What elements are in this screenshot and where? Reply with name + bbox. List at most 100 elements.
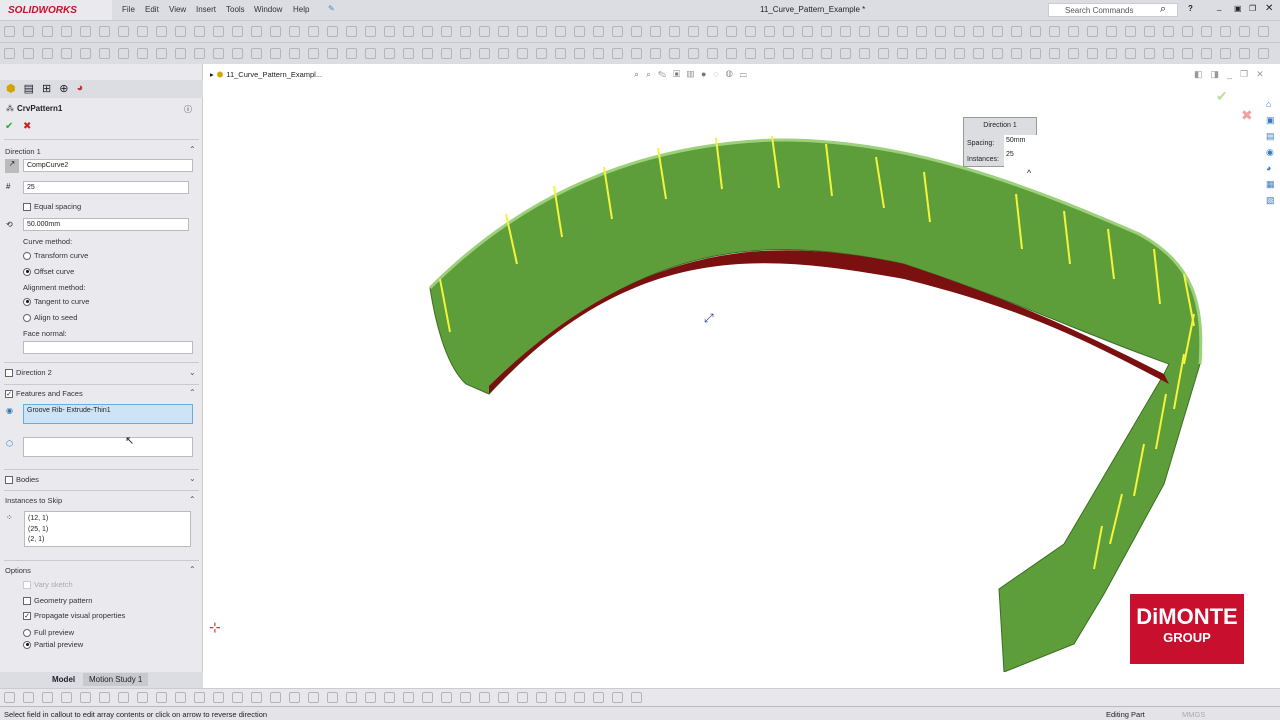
skip-item[interactable]: (12, 1): [28, 514, 187, 525]
direction1-callout[interactable]: Direction 1 Spacing: Instances: 50mm 25: [963, 117, 1037, 167]
cancel-button[interactable]: ✖: [23, 121, 31, 132]
reverse-direction-arrow[interactable]: ^: [1027, 168, 1031, 178]
toolbar-icon[interactable]: [270, 26, 281, 37]
options-header[interactable]: Options: [5, 566, 31, 575]
toolbar-icon[interactable]: [80, 26, 91, 37]
filter-icon[interactable]: [403, 692, 414, 703]
toolbar-icon[interactable]: [4, 26, 15, 37]
toolbar-icon[interactable]: [327, 48, 338, 59]
toolbar-icon[interactable]: [175, 26, 186, 37]
toolbar-icon[interactable]: [669, 48, 680, 59]
filter-icon[interactable]: [213, 692, 224, 703]
toolbar-icon[interactable]: [707, 26, 718, 37]
pattern-direction-field[interactable]: CompCurve2: [23, 159, 193, 172]
toolbar-icon[interactable]: [1125, 48, 1136, 59]
toolbar-icon[interactable]: [1182, 26, 1193, 37]
toolbar-icon[interactable]: [1011, 26, 1022, 37]
toolbar-icon[interactable]: [1239, 26, 1250, 37]
toolbar-icon[interactable]: [954, 48, 965, 59]
toolbar-icon[interactable]: [650, 48, 661, 59]
filter-icon[interactable]: [156, 692, 167, 703]
equal-spacing-checkbox[interactable]: [23, 202, 31, 211]
toolbar-icon[interactable]: [156, 26, 167, 37]
propagate-visual-checkbox[interactable]: ✓: [23, 611, 31, 620]
configuration-manager-tab-icon[interactable]: ⊞: [42, 82, 51, 96]
toolbar-icon[interactable]: [1258, 48, 1269, 59]
toolbar-icon[interactable]: [365, 48, 376, 59]
confirm-corner-ok-icon[interactable]: ✔: [1216, 88, 1228, 105]
menu-edit[interactable]: Edit: [145, 5, 159, 14]
toolbar-icon[interactable]: [878, 26, 889, 37]
filter-icon[interactable]: [536, 692, 547, 703]
toolbar-icon[interactable]: [213, 48, 224, 59]
toolbar-icon[interactable]: [1201, 26, 1212, 37]
toolbar-icon[interactable]: [308, 48, 319, 59]
toolbar-icon[interactable]: [935, 48, 946, 59]
toolbar-icon[interactable]: [213, 26, 224, 37]
partial-preview-radio[interactable]: [23, 640, 31, 649]
toolbar-icon[interactable]: [403, 26, 414, 37]
toolbar-icon[interactable]: [232, 26, 243, 37]
instances-to-skip-header[interactable]: Instances to Skip: [5, 496, 62, 505]
toolbar-icon[interactable]: [251, 26, 262, 37]
toolbar-icon[interactable]: [593, 26, 604, 37]
filter-icon[interactable]: [80, 692, 91, 703]
toolbar-icon[interactable]: [156, 48, 167, 59]
search-icon[interactable]: ⌕: [1160, 3, 1166, 16]
toolbar-icon[interactable]: [118, 26, 129, 37]
toolbar-icon[interactable]: [99, 48, 110, 59]
filter-icon[interactable]: [612, 692, 623, 703]
maximize-icon[interactable]: ❐: [1249, 4, 1256, 13]
toolbar-icon[interactable]: [327, 26, 338, 37]
toolbar-icon[interactable]: [631, 48, 642, 59]
toolbar-icon[interactable]: [1106, 48, 1117, 59]
filter-icon[interactable]: [574, 692, 585, 703]
toolbar-icon[interactable]: [194, 48, 205, 59]
toolbar-icon[interactable]: [726, 26, 737, 37]
toolbar-icon[interactable]: [1087, 48, 1098, 59]
task-pane[interactable]: ⌂ ▣ ▤ ◉ ◕ ▦ ▧: [1266, 96, 1280, 208]
toolbar-icon[interactable]: [688, 48, 699, 59]
menu-view[interactable]: View: [169, 5, 186, 14]
instances-to-skip-list[interactable]: (12, 1) (25, 1) (2, 1): [24, 511, 191, 547]
spacing-input[interactable]: 50.000mm: [23, 218, 189, 231]
toolbar-icon[interactable]: [1144, 26, 1155, 37]
toolbar-icon[interactable]: [954, 26, 965, 37]
toolbar-icon[interactable]: [688, 26, 699, 37]
help-icon[interactable]: ⓘ: [184, 104, 192, 115]
filter-icon[interactable]: [498, 692, 509, 703]
toolbar-icon[interactable]: [61, 26, 72, 37]
filter-icon[interactable]: [232, 692, 243, 703]
toolbar-icon[interactable]: [251, 48, 262, 59]
toolbar-icon[interactable]: [859, 48, 870, 59]
toolbar-icon[interactable]: [441, 26, 452, 37]
toolbar-icon[interactable]: [460, 48, 471, 59]
graphics-area[interactable]: ▸ ⬢ 11_Curve_Pattern_Exampl... ⌕⌕✎▣▥●◌◍▭ ◧…: [204, 64, 1280, 672]
toolbar-icon[interactable]: [80, 48, 91, 59]
toolbar-icon[interactable]: [555, 48, 566, 59]
toolbar-icon[interactable]: [802, 26, 813, 37]
toolbar-icon[interactable]: [897, 48, 908, 59]
confirm-corner-cancel-icon[interactable]: ✖: [1241, 107, 1253, 124]
toolbar-icon[interactable]: [270, 48, 281, 59]
instances-input[interactable]: 25: [23, 181, 189, 194]
toolbar-icon[interactable]: [707, 48, 718, 59]
property-manager-tab-icon[interactable]: ▤: [24, 82, 34, 96]
menu-window[interactable]: Window: [254, 5, 282, 14]
toolbar-icon[interactable]: [365, 26, 376, 37]
toolbar-icon[interactable]: [403, 48, 414, 59]
toolbar-icon[interactable]: [973, 48, 984, 59]
toolbar-icon[interactable]: [1125, 26, 1136, 37]
toolbar-icon[interactable]: [289, 48, 300, 59]
minimize-icon[interactable]: _: [1217, 2, 1221, 11]
toolbar-icon[interactable]: [1182, 48, 1193, 59]
filter-icon[interactable]: [99, 692, 110, 703]
toolbar-icon[interactable]: [745, 26, 756, 37]
toolbar-icon[interactable]: [1163, 48, 1174, 59]
collapse-icon[interactable]: ⌃: [189, 495, 196, 504]
toolbar-icon[interactable]: [23, 48, 34, 59]
filter-icon[interactable]: [479, 692, 490, 703]
toolbar-icon[interactable]: [479, 48, 490, 59]
toolbar-icon[interactable]: [897, 26, 908, 37]
toolbar-icon[interactable]: [992, 48, 1003, 59]
